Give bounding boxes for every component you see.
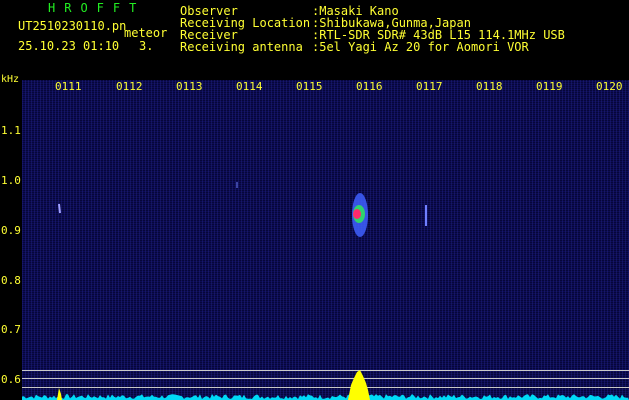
- spectrum-peak: [348, 370, 370, 400]
- faint-echo: [58, 203, 61, 214]
- hrofft-window: HROFFT UT2510230110.pn meteor 25.10.23 0…: [0, 0, 629, 400]
- echo-core: [353, 209, 361, 219]
- spectrum-trace: [22, 394, 629, 400]
- spectrogram-overlay: [22, 182, 629, 400]
- spectrum-peak: [57, 388, 62, 400]
